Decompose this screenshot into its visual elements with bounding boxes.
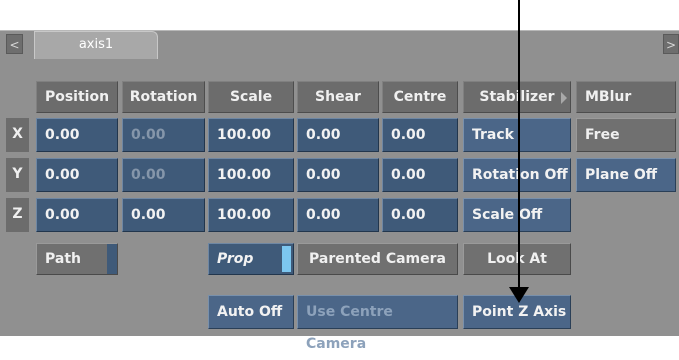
scale-off-button[interactable]: Scale Off [463,198,571,232]
callout-arrow-overlay [518,0,520,291]
plane-off-button[interactable]: Plane Off [576,158,676,192]
header-scale: Scale [208,81,294,113]
rotation-off-button[interactable]: Rotation Off [463,158,571,192]
scale-y-field[interactable]: 100.00 [208,158,294,192]
callout-arrowhead-overlay-icon [509,287,529,303]
prop-label: Prop [217,251,254,267]
mblur-free-button[interactable]: Free [576,118,676,152]
path-label: Path [45,251,81,267]
row-label-z: Z [6,198,29,232]
position-x-field[interactable]: 0.00 [36,118,118,152]
rotation-y-field[interactable]: 0.00 [122,158,205,192]
header-centre: Centre [382,81,458,113]
header-rotation: Rotation [122,81,205,113]
path-indicator [107,244,117,274]
tab-next-arrow-icon[interactable]: > [663,34,679,54]
use-centre-camera-button[interactable]: Use Centre Camera [297,295,458,352]
shear-z-field[interactable]: 0.00 [297,198,379,232]
stabilizer-menu-button[interactable]: Stabilizer [463,81,571,113]
centre-z-field[interactable]: 0.00 [382,198,458,232]
position-z-field[interactable]: 0.00 [36,198,118,232]
shear-x-field[interactable]: 0.00 [297,118,379,152]
shear-y-field[interactable]: 0.00 [297,158,379,192]
auto-off-button[interactable]: Auto Off [208,295,294,329]
scale-z-field[interactable]: 100.00 [208,198,294,232]
parented-camera-button[interactable]: Parented Camera [297,243,458,275]
mblur-menu-button[interactable]: MBlur [576,81,676,113]
rotation-z-field[interactable]: 0.00 [122,198,205,232]
centre-y-field[interactable]: 0.00 [382,158,458,192]
row-label-y: Y [6,158,29,192]
scale-x-field[interactable]: 100.00 [208,118,294,152]
track-button[interactable]: Track [463,118,571,152]
prop-indicator [282,246,291,272]
stabilizer-chevron-icon [561,92,567,104]
position-y-field[interactable]: 0.00 [36,158,118,192]
header-position: Position [36,81,118,113]
look-at-button[interactable]: Look At [463,243,571,275]
path-button[interactable]: Path [36,243,118,275]
stabilizer-label: Stabilizer [479,89,555,105]
tab-axis1[interactable]: axis1 [34,31,158,59]
axis-menu-panel: < axis1 > Position Rotation Scale Shear … [0,30,679,352]
rotation-x-field[interactable]: 0.00 [122,118,205,152]
prop-button[interactable]: Prop [208,243,294,275]
header-shear: Shear [297,81,379,113]
centre-x-field[interactable]: 0.00 [382,118,458,152]
row-label-x: X [6,118,29,152]
tab-prev-arrow-icon[interactable]: < [6,34,23,54]
